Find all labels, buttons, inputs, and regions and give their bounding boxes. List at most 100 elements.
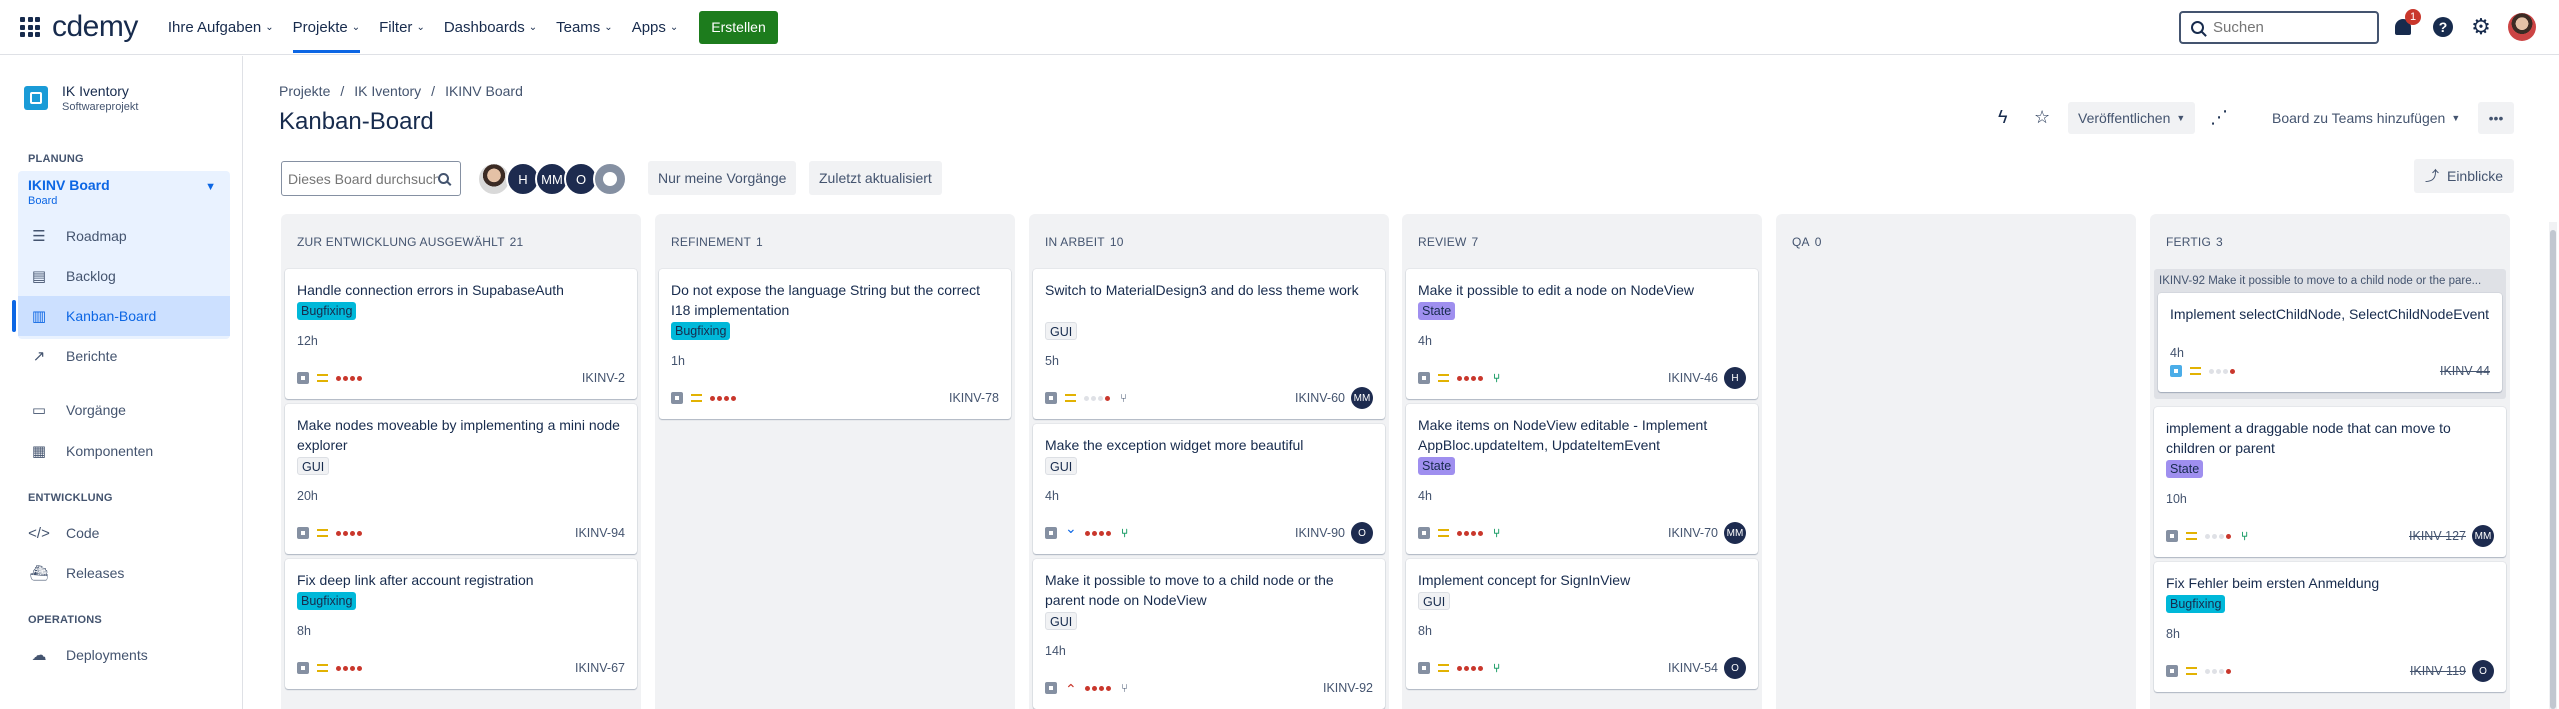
scrollbar-thumb[interactable] xyxy=(2550,230,2556,709)
issue-card[interactable]: Make it possible to edit a node on NodeV… xyxy=(1406,269,1758,399)
card-footer: ⑂ IKINV-60 MM xyxy=(1045,387,1373,409)
issue-key[interactable]: IKINV-46 xyxy=(1668,371,1718,385)
profile-avatar[interactable] xyxy=(2508,13,2536,41)
card-footer: IKINV-78 xyxy=(671,387,999,409)
logo[interactable]: cdemy xyxy=(52,10,138,44)
sidebar-item-reports[interactable]: ↗ Berichte xyxy=(28,336,228,376)
column-header[interactable]: REVIEW 7 xyxy=(1402,214,1762,269)
issue-key[interactable]: IKINV-127 xyxy=(2409,529,2466,543)
sidebar-item-components[interactable]: ▦ Komponenten xyxy=(28,431,228,471)
settings-gear-icon[interactable]: ⚙ xyxy=(2468,14,2494,40)
issue-key[interactable]: IKINV-54 xyxy=(1668,661,1718,675)
time-estimate: 10h xyxy=(2166,492,2187,506)
parent-issue-header[interactable]: IKINV-92 Make it possible to move to a c… xyxy=(2159,275,2499,287)
column-count: 7 xyxy=(1471,234,1479,249)
lightning-icon[interactable]: ϟ xyxy=(1998,107,2008,128)
components-icon: ▦ xyxy=(31,443,47,460)
issue-key[interactable]: IKINV-70 xyxy=(1668,526,1718,540)
app-switcher-icon[interactable] xyxy=(20,17,40,37)
breadcrumb-project[interactable]: IK Iventory xyxy=(354,83,421,99)
issue-label-badge: GUI xyxy=(1045,322,1078,340)
filter-my-issues-button[interactable]: Nur meine Vorgänge xyxy=(648,161,797,195)
sidebar-item-backlog[interactable]: ▤ Backlog xyxy=(28,256,228,296)
issue-card[interactable]: Switch to MaterialDesign3 and do less th… xyxy=(1033,269,1385,419)
share-icon[interactable]: ⋰ xyxy=(2210,107,2228,128)
more-actions-button[interactable]: ••• xyxy=(2478,102,2514,134)
story-points-icon xyxy=(336,375,364,381)
issue-card[interactable]: Fix deep link after account registration… xyxy=(285,559,637,689)
global-search-input[interactable] xyxy=(2213,19,2363,36)
issue-key[interactable]: IKINV-78 xyxy=(949,391,999,405)
column-header[interactable]: IN ARBEIT 10 xyxy=(1029,214,1389,269)
sidebar-item-roadmap[interactable]: ☰ Roadmap xyxy=(28,216,228,256)
issue-label-badge: State xyxy=(1418,457,1456,475)
issue-card[interactable]: implement a draggable node that can move… xyxy=(2154,407,2506,557)
sidebar-item-releases[interactable]: ⛴ Releases xyxy=(28,553,228,593)
sidebar-item-issues[interactable]: ▭ Vorgänge xyxy=(28,390,228,430)
priority-medium-icon xyxy=(317,664,328,672)
issue-key[interactable]: IKINV-92 xyxy=(1323,681,1373,695)
add-to-teams-button[interactable]: Board zu Teams hinzufügen ▼ xyxy=(2262,102,2471,134)
time-estimate: 14h xyxy=(1045,644,1066,658)
filter-recently-updated-button[interactable]: Zuletzt aktualisiert xyxy=(809,161,942,195)
nav-item-dashboards[interactable]: Dashboards ⌄ xyxy=(444,0,537,55)
issue-card[interactable]: Implement selectChildNode, SelectChildNo… xyxy=(2158,293,2502,392)
column-header[interactable]: QA 0 xyxy=(1776,214,2136,269)
nav-item-filters[interactable]: Filter ⌄ xyxy=(379,0,425,55)
nav-item-teams[interactable]: Teams ⌄ xyxy=(556,0,613,55)
issue-card[interactable]: Do not expose the language String but th… xyxy=(659,269,1011,419)
star-icon[interactable]: ☆ xyxy=(2034,107,2050,128)
story-points-icon xyxy=(2205,533,2233,539)
task-type-icon xyxy=(2166,530,2178,542)
assignee-avatar[interactable]: O xyxy=(1724,657,1746,679)
nav-item-apps[interactable]: Apps ⌄ xyxy=(632,0,679,55)
issue-key[interactable]: IKINV-119 xyxy=(2410,664,2466,678)
breadcrumb-board[interactable]: IKINV Board xyxy=(445,83,523,99)
issue-key[interactable]: IKINV-90 xyxy=(1295,526,1345,540)
issue-label-badge: Bugfixing xyxy=(2166,595,2226,613)
issue-card[interactable]: Make nodes moveable by implementing a mi… xyxy=(285,404,637,554)
issue-key[interactable]: IKINV-67 xyxy=(575,661,625,675)
help-button[interactable]: ? xyxy=(2430,14,2456,40)
assignee-avatar[interactable]: MM xyxy=(2472,525,2494,547)
nav-item-your-work[interactable]: Ihre Aufgaben ⌄ xyxy=(168,0,274,55)
create-button[interactable]: Erstellen xyxy=(699,10,778,44)
unassigned-avatar[interactable] xyxy=(593,162,627,196)
releases-icon: ⛴ xyxy=(29,565,49,582)
issue-card[interactable]: Implement concept for SignInView GUI 8h ⑂ IK… xyxy=(1406,559,1758,689)
issue-card[interactable]: Handle connection errors in SupabaseAuth… xyxy=(285,269,637,399)
sidebar-item-code[interactable]: </> Code xyxy=(28,513,228,553)
project-header[interactable]: IK Iventory Softwareprojekt xyxy=(24,83,138,113)
assignee-avatar[interactable]: H xyxy=(1724,367,1746,389)
assignee-avatar[interactable]: MM xyxy=(1724,522,1746,544)
chevron-down-icon[interactable]: ▼ xyxy=(205,181,216,193)
board-column: IN ARBEIT 10 Switch to MaterialDesign3 and… xyxy=(1029,214,1389,709)
board-search[interactable] xyxy=(281,161,461,196)
issue-title: implement a draggable node that can move… xyxy=(2166,420,2451,456)
issue-card[interactable]: Make items on NodeView editable - Implem… xyxy=(1406,404,1758,554)
issue-key[interactable]: IKINV-2 xyxy=(582,371,625,385)
issue-key[interactable]: IKINV-44 xyxy=(2440,364,2490,378)
sidebar-item-kanban-board[interactable]: ▥ Kanban-Board xyxy=(28,296,228,336)
sidebar-item-deployments[interactable]: ☁ Deployments xyxy=(28,635,228,675)
breadcrumb-projects[interactable]: Projekte xyxy=(279,83,330,99)
task-type-icon xyxy=(1418,662,1430,674)
publish-button[interactable]: Veröffentlichen ▼ xyxy=(2068,102,2196,134)
assignee-avatar[interactable]: MM xyxy=(1351,387,1373,409)
global-search[interactable] xyxy=(2179,11,2379,44)
issue-card[interactable]: Fix Fehler beim ersten Anmeldung Bugfixin… xyxy=(2154,562,2506,692)
nav-item-projects[interactable]: Projekte ⌄ xyxy=(292,0,361,55)
column-header[interactable]: REFINEMENT 1 xyxy=(655,214,1015,269)
column-header[interactable]: ZUR ENTWICKLUNG AUSGEWÄHLT 21 xyxy=(281,214,641,269)
issue-card[interactable]: Make it possible to move to a child node… xyxy=(1033,559,1385,709)
issue-card[interactable]: Make the exception widget more beautiful… xyxy=(1033,424,1385,554)
priority-medium-icon xyxy=(1438,529,1449,537)
issue-title: Do not expose the language String but th… xyxy=(671,282,980,318)
board-search-input[interactable] xyxy=(288,170,438,187)
assignee-avatar[interactable]: O xyxy=(1351,522,1373,544)
insights-button[interactable]: ⤴ Einblicke xyxy=(2414,159,2514,193)
column-header[interactable]: FERTIG 3 xyxy=(2150,214,2510,269)
issue-key[interactable]: IKINV-94 xyxy=(575,526,625,540)
assignee-avatar[interactable]: O xyxy=(2472,660,2494,682)
issue-key[interactable]: IKINV-60 xyxy=(1295,391,1345,405)
